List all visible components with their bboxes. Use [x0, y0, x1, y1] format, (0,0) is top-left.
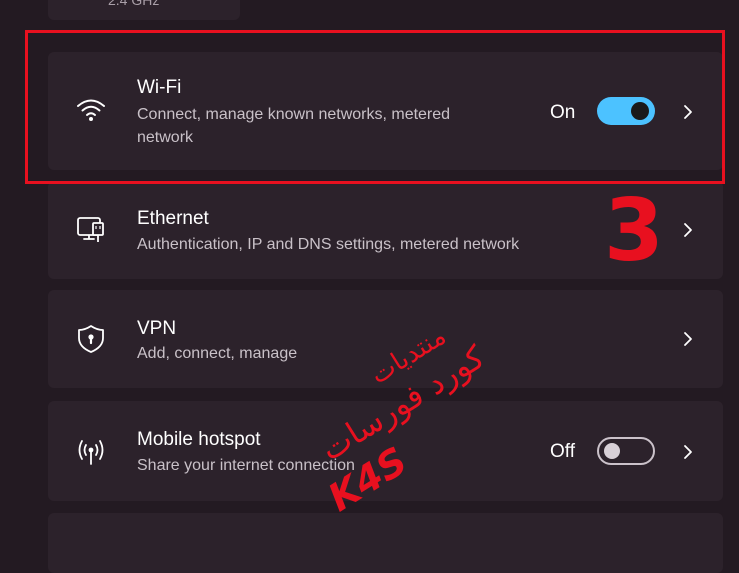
wifi-setting-card[interactable]: Wi-Fi Connect, manage known networks, me…: [48, 52, 723, 170]
partial-card-text: 2.4 GHz: [108, 0, 160, 8]
hotspot-toggle-knob: [604, 443, 620, 459]
wifi-description-line1: Connect, manage known networks, metered: [137, 106, 451, 123]
wifi-chevron-right-icon[interactable]: [679, 103, 697, 121]
next-setting-card-partial[interactable]: [48, 513, 723, 573]
hotspot-description: Share your internet connection: [137, 457, 355, 474]
vpn-chevron-right-icon[interactable]: [679, 330, 697, 348]
mobile-hotspot-setting-card[interactable]: Mobile hotspot Share your internet conne…: [48, 401, 723, 501]
wifi-toggle-knob: [631, 102, 649, 120]
wifi-title: Wi-Fi: [137, 77, 182, 98]
vpn-title: VPN: [137, 318, 177, 339]
partial-card-top[interactable]: 2.4 GHz: [48, 0, 240, 20]
wifi-icon: [76, 95, 106, 125]
hotspot-chevron-right-icon[interactable]: [679, 443, 697, 461]
ethernet-description: Authentication, IP and DNS settings, met…: [137, 236, 520, 253]
hotspot-toggle[interactable]: [597, 437, 655, 465]
ethernet-title: Ethernet: [137, 208, 209, 229]
wifi-toggle[interactable]: [597, 97, 655, 125]
vpn-description: Add, connect, manage: [137, 345, 298, 362]
vpn-setting-card[interactable]: VPN Add, connect, manage: [48, 290, 723, 388]
hotspot-title: Mobile hotspot: [137, 429, 261, 450]
step-number-annotation: 3: [604, 181, 664, 281]
hotspot-icon: [76, 437, 106, 467]
hotspot-state-label: Off: [550, 441, 575, 462]
shield-lock-icon: [76, 324, 106, 354]
wifi-description-line2: network: [137, 129, 194, 146]
ethernet-icon: [76, 215, 106, 245]
wifi-state-label: On: [550, 102, 576, 123]
ethernet-chevron-right-icon[interactable]: [679, 221, 697, 239]
